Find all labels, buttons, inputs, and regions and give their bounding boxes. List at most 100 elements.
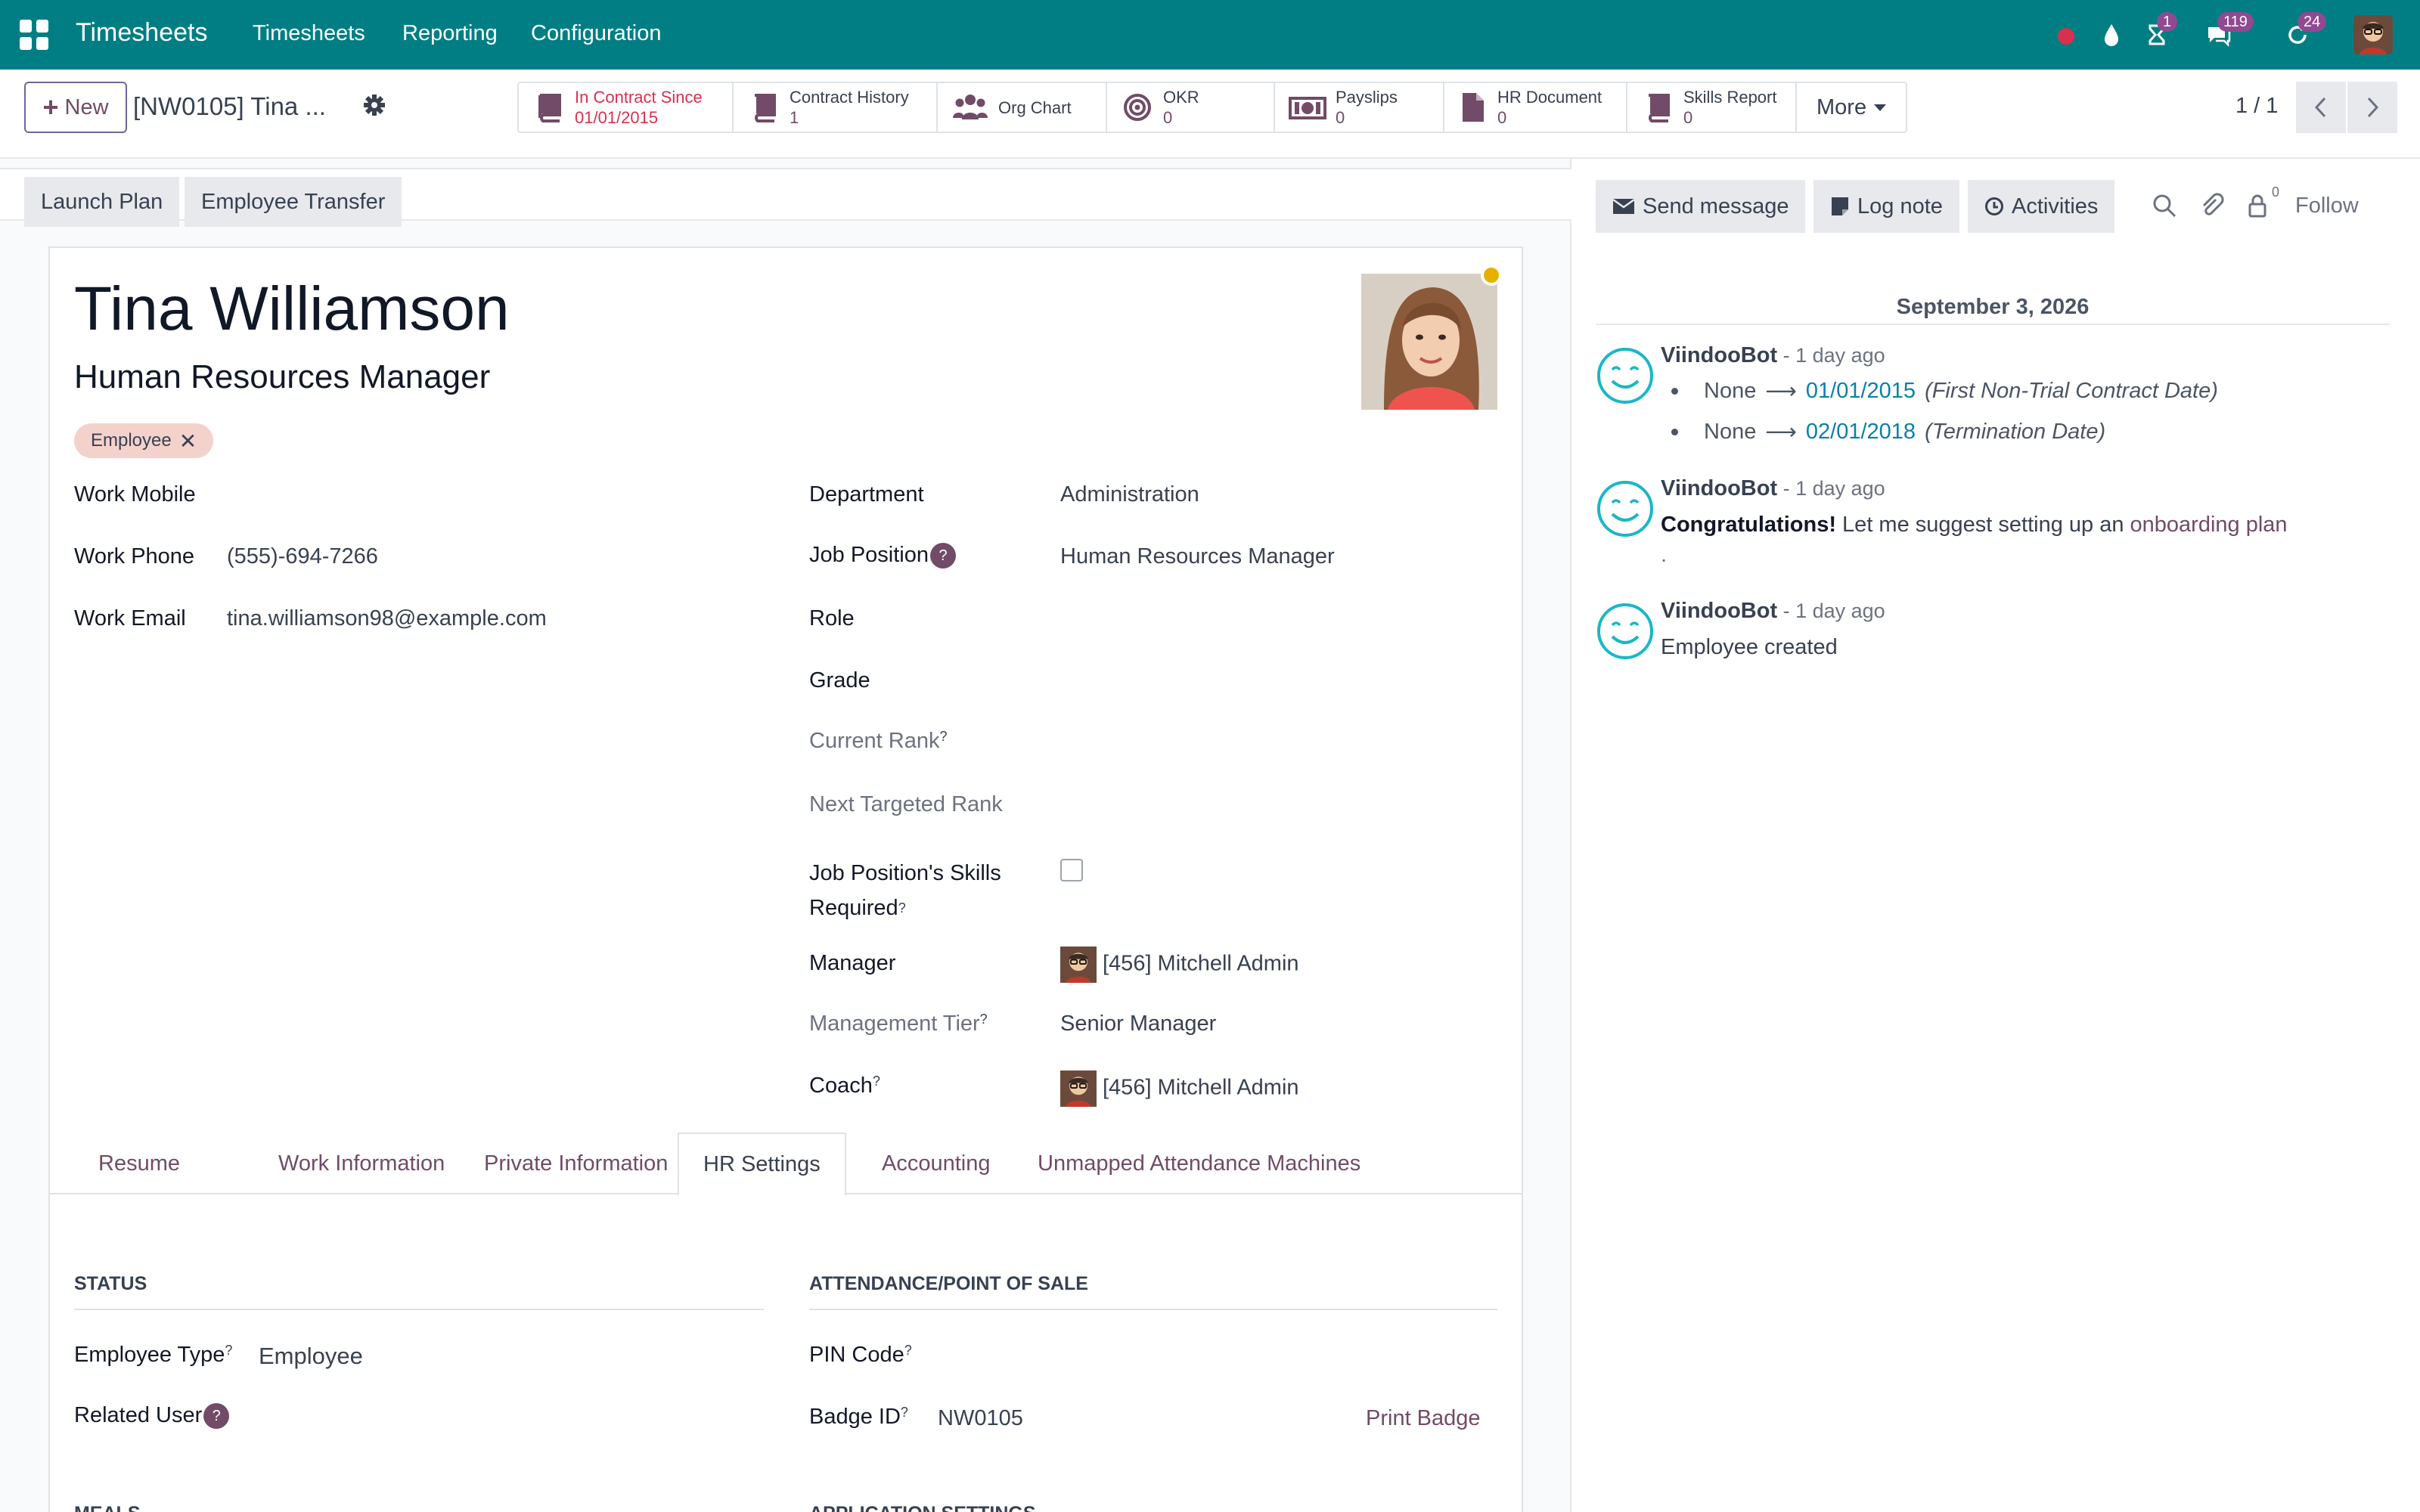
date-label: September 3, 2026: [1878, 295, 2108, 320]
role-label: Role: [809, 606, 855, 631]
old-value: None: [1704, 379, 1757, 403]
author-name: ViindooBot: [1661, 476, 1778, 500]
job-position-label-text: Job Position: [809, 543, 929, 567]
log-note-button[interactable]: Log note: [1813, 180, 1959, 233]
note-icon: [1832, 197, 1848, 215]
lock-icon[interactable]: [2245, 192, 2272, 219]
tooltip-mark[interactable]: ?: [904, 1343, 912, 1358]
employee-type-field[interactable]: Employee: [259, 1343, 363, 1370]
badge-id-field[interactable]: NW0105: [938, 1406, 1023, 1431]
search-icon[interactable]: [2151, 192, 2178, 219]
manager-name: [456] Mitchell Admin: [1103, 951, 1299, 976]
pager-next-button[interactable]: [2347, 82, 2397, 133]
tooltip-mark[interactable]: ?: [901, 1405, 908, 1420]
gear-icon[interactable]: [361, 92, 387, 118]
author-name: ViindooBot: [1661, 343, 1778, 367]
message-text: Let me suggest setting up an: [1836, 513, 2130, 537]
smart-button-okr[interactable]: OKR 0: [1107, 83, 1275, 132]
employee-photo[interactable]: [1361, 274, 1497, 410]
form-action-bar: Launch Plan Employee Transfer: [0, 168, 1571, 227]
pager-previous-button[interactable]: [2296, 82, 2346, 133]
tooltip-mark[interactable]: ?: [980, 1012, 988, 1027]
paperclip-icon[interactable]: [2198, 192, 2225, 219]
follow-button[interactable]: Follow: [2295, 194, 2359, 218]
smart-button-skills-report[interactable]: Skills Report 0: [1627, 83, 1797, 132]
okr-value: 0: [1163, 108, 1173, 127]
management-tier-field[interactable]: Senior Manager: [1060, 1012, 1216, 1036]
tab-accounting[interactable]: Accounting: [858, 1132, 1015, 1194]
related-user-label: Related User?: [74, 1403, 230, 1429]
employee-job-title[interactable]: Human Resources Manager: [74, 358, 490, 396]
tooltip-mark[interactable]: ?: [939, 729, 947, 744]
job-position-label: Job Position?: [809, 543, 956, 569]
smart-button-hr-document[interactable]: HR Document 0: [1444, 83, 1627, 132]
pin-code-label: PIN Code?: [809, 1343, 912, 1368]
coach-label-text: Coach: [809, 1074, 873, 1098]
role-field[interactable]: [1060, 606, 1484, 634]
book-icon: [1649, 94, 1670, 122]
more-dropdown[interactable]: More: [1797, 83, 1906, 132]
menu-timesheets[interactable]: Timesheets: [253, 21, 365, 46]
launch-plan-button[interactable]: Launch Plan: [24, 177, 180, 227]
new-button[interactable]: + New: [24, 82, 127, 133]
attendance-section-heading: ATTENDANCE/POINT OF SALE: [809, 1273, 1497, 1310]
droplet-icon[interactable]: [2096, 20, 2127, 50]
job-position-field[interactable]: Human Resources Manager: [1060, 544, 1335, 569]
help-icon[interactable]: ?: [930, 543, 956, 569]
record-dot-icon[interactable]: [2051, 20, 2081, 50]
tab-resume[interactable]: Resume: [74, 1132, 204, 1194]
employee-transfer-button[interactable]: Employee Transfer: [185, 177, 402, 227]
help-icon[interactable]: ?: [203, 1403, 230, 1429]
menu-reporting[interactable]: Reporting: [402, 21, 498, 46]
caret-down-icon: [1874, 104, 1887, 111]
send-message-button[interactable]: Send message: [1596, 180, 1806, 233]
tab-work-information[interactable]: Work Information: [254, 1132, 469, 1194]
grade-field[interactable]: [1060, 668, 1484, 696]
payslips-value: 0: [1336, 108, 1345, 127]
skills-required-checkbox[interactable]: [1060, 859, 1083, 881]
work-phone-field[interactable]: (555)-694-7266: [227, 544, 378, 569]
grade-label: Grade: [809, 668, 870, 692]
tooltip-mark[interactable]: ?: [898, 900, 906, 916]
tooltip-mark[interactable]: ?: [873, 1074, 880, 1089]
bot-avatar-icon: [1597, 603, 1653, 659]
smart-buttons: In Contract Since 01/01/2015 Contract His…: [517, 82, 1908, 133]
tab-unmapped-attendance-machines[interactable]: Unmapped Attendance Machines: [1013, 1132, 1385, 1194]
onboarding-plan-link[interactable]: onboarding plan: [2130, 513, 2288, 537]
coach-field[interactable]: [456] Mitchell Admin: [1060, 1070, 1299, 1107]
app-name[interactable]: Timesheets: [76, 18, 207, 48]
employee-name[interactable]: Tina Williamson: [74, 274, 510, 345]
print-badge-button[interactable]: Print Badge: [1366, 1406, 1481, 1431]
apps-grid-icon[interactable]: [20, 20, 50, 50]
close-icon[interactable]: ✕: [179, 429, 197, 454]
smart-button-contract-history[interactable]: Contract History 1: [734, 83, 938, 132]
manager-field[interactable]: [456] Mitchell Admin: [1060, 947, 1299, 983]
smart-button-contract[interactable]: In Contract Since 01/01/2015: [519, 83, 734, 132]
message-author: ViindooBot - 1 day ago: [1661, 343, 1885, 368]
pin-code-label-text: PIN Code: [809, 1343, 904, 1367]
contract-since-value: 01/01/2015: [575, 108, 659, 127]
chatter-panel: Send message Log note Activities 0 Follo…: [1573, 159, 2420, 1512]
money-icon: [1289, 97, 1326, 119]
bullet-icon: [1671, 388, 1678, 395]
more-label: More: [1817, 94, 1867, 119]
activities-button[interactable]: Activities: [1968, 180, 2115, 233]
current-rank-label-text: Current Rank: [809, 729, 940, 753]
smart-button-payslips[interactable]: Payslips 0: [1275, 83, 1444, 132]
tab-hr-settings[interactable]: HR Settings: [678, 1132, 846, 1196]
plus-icon: +: [42, 91, 59, 122]
target-icon: [1124, 94, 1151, 121]
smart-button-org-chart[interactable]: Org Chart: [938, 83, 1107, 132]
message-time: - 1 day ago: [1777, 477, 1885, 500]
user-avatar[interactable]: [2353, 15, 2393, 54]
department-field[interactable]: Administration: [1060, 482, 1199, 507]
follower-count: 0: [2272, 184, 2280, 200]
work-email-field[interactable]: tina.williamson98@example.com: [227, 606, 547, 631]
book-icon: [755, 94, 776, 122]
pager-value[interactable]: 1 / 1: [2235, 94, 2278, 119]
tooltip-mark[interactable]: ?: [225, 1343, 232, 1358]
tab-private-information[interactable]: Private Information: [460, 1132, 692, 1194]
skills-report-value: 0: [1683, 108, 1693, 127]
menu-configuration[interactable]: Configuration: [531, 21, 662, 46]
avatar: [1060, 947, 1097, 983]
